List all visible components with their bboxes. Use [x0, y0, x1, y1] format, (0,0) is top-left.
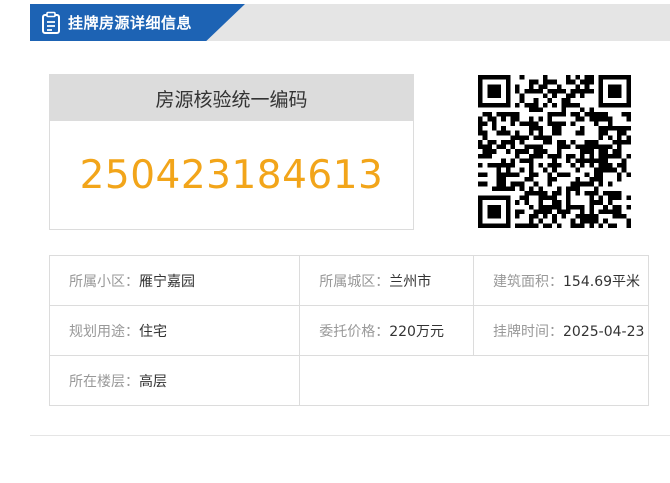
- table-row: 所属小区：雁宁嘉园 所属城区：兰州市 建筑面积：154.69平米: [48, 255, 649, 306]
- verification-code: 250423184613: [79, 152, 384, 198]
- section-title: 挂牌房源详细信息: [68, 14, 193, 32]
- usage-cell: 规划用途：住宅: [48, 305, 301, 356]
- area-value: 154.69平米: [563, 273, 641, 290]
- listed-time-label: 挂牌时间：: [493, 323, 564, 340]
- floor-cell: 所在楼层：高层: [48, 355, 301, 406]
- listed-time-value: 2025-04-23: [563, 323, 645, 340]
- floor-value: 高层: [139, 373, 167, 390]
- district-value: 兰州市: [389, 273, 432, 290]
- price-label: 委托价格：: [319, 323, 390, 340]
- empty-cell: [299, 355, 649, 406]
- community-label: 所属小区：: [69, 273, 139, 290]
- table-row: 规划用途：住宅 委托价格：220万元 挂牌时间：2025-04-23: [48, 305, 649, 356]
- price-value: 220万元: [389, 323, 444, 340]
- usage-label: 规划用途：: [69, 323, 139, 340]
- price-cell: 委托价格：220万元: [299, 305, 475, 356]
- table-row: 所在楼层：高层: [48, 355, 649, 406]
- district-label: 所属城区：: [319, 273, 390, 290]
- qr-code-icon: [478, 75, 631, 228]
- document-icon: [40, 11, 62, 35]
- district-cell: 所属城区：兰州市: [299, 255, 475, 306]
- divider: [30, 435, 670, 436]
- verification-code-box: 房源核验统一编码 250423184613: [49, 74, 414, 230]
- community-value: 雁宁嘉园: [139, 273, 195, 290]
- usage-value: 住宅: [139, 323, 167, 340]
- community-cell: 所属小区：雁宁嘉园: [48, 255, 301, 306]
- listing-info-table: 所属小区：雁宁嘉园 所属城区：兰州市 建筑面积：154.69平米 规划用途：住宅…: [48, 255, 649, 406]
- area-label: 建筑面积：: [493, 273, 564, 290]
- area-cell: 建筑面积：154.69平米: [473, 255, 649, 306]
- listed-time-cell: 挂牌时间：2025-04-23: [473, 305, 649, 356]
- code-box-title: 房源核验统一编码: [50, 75, 413, 121]
- floor-label: 所在楼层：: [69, 373, 139, 390]
